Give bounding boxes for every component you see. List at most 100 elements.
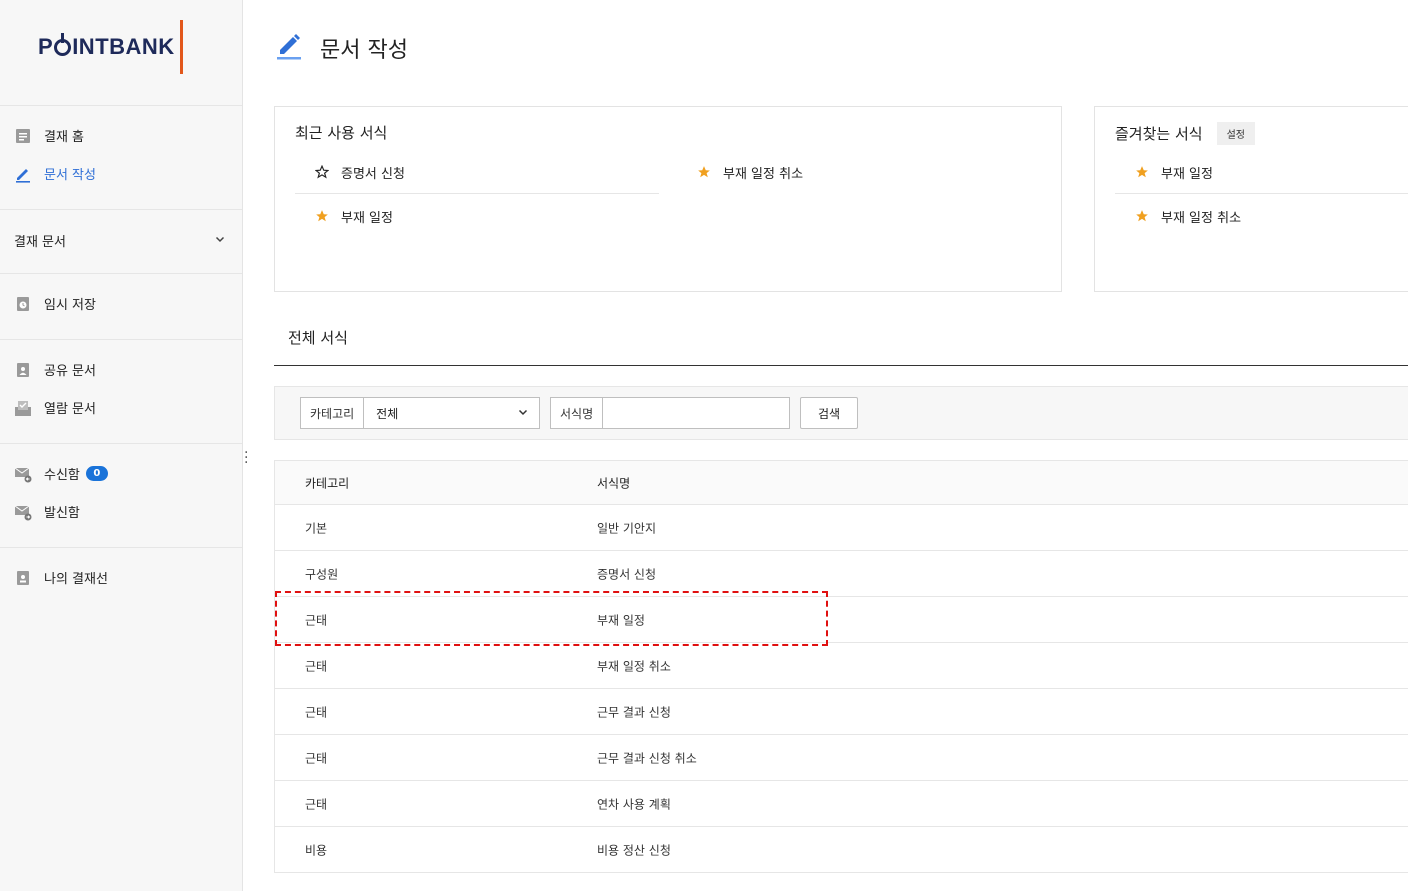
star-filled-icon[interactable] <box>697 165 713 181</box>
recent-form-item[interactable]: 부재 일정 취소 <box>697 163 803 182</box>
table-row[interactable]: 근태 근무 결과 신청 <box>275 689 1408 735</box>
recent-form-item[interactable]: 부재 일정 <box>315 207 393 226</box>
cell-form-name: 부재 일정 취소 <box>597 659 671 673</box>
cell-form-name: 비용 정산 신청 <box>597 843 671 858</box>
form-name-filter: 서식명 <box>550 397 790 429</box>
inbox-icon <box>14 465 32 483</box>
cell-form-name: 근무 결과 신청 취소 <box>597 751 697 765</box>
cell-category: 근태 <box>305 705 328 719</box>
table-row[interactable]: 근태 부재 일정 취소 <box>275 643 1408 689</box>
table-row[interactable]: 근태 연차 사용 계획 <box>275 781 1408 827</box>
page-title-text: 문서 작성 <box>320 38 408 63</box>
table-row[interactable]: 기본 일반 기안지 <box>275 505 1408 551</box>
category-select-value: 전체 <box>376 406 399 421</box>
category-filter: 카테고리 전체 <box>300 397 540 429</box>
page-title: 문서 작성 <box>276 30 408 66</box>
favorite-form-item[interactable]: 부재 일정 취소 <box>1135 207 1241 226</box>
logo-power-o-icon <box>54 33 72 56</box>
recent-forms-title-text: 최근 사용 서식 <box>295 124 388 142</box>
sidebar-group-label: 결재 문서 <box>14 235 66 250</box>
recent-form-label: 증명서 신청 <box>341 167 405 182</box>
all-forms-title: 전체 서식 <box>288 329 348 347</box>
recent-form-label: 부재 일정 <box>341 211 393 226</box>
search-button[interactable]: 검색 <box>800 397 858 429</box>
sidebar-resize-handle[interactable]: · · · <box>244 446 248 470</box>
sidebar-item-inbox[interactable]: 수신함 0 <box>14 464 108 483</box>
sidebar-group-approval-docs[interactable]: 결재 문서 <box>14 231 226 250</box>
sidebar-item-read-docs[interactable]: 열람 문서 <box>14 398 96 417</box>
sidebar-item-label: 임시 저장 <box>44 298 96 313</box>
cell-category: 기본 <box>305 521 328 535</box>
favorite-form-label: 부재 일정 <box>1161 167 1213 182</box>
sidebar-item-temp-save[interactable]: 임시 저장 <box>14 294 96 313</box>
star-filled-icon[interactable] <box>315 209 331 225</box>
favorite-forms-card: 즐겨찾는 서식 설정 부재 일정 부재 일정 취소 <box>1094 106 1408 292</box>
divider <box>0 339 242 340</box>
approval-line-icon <box>14 569 32 587</box>
cell-category: 구성원 <box>305 567 339 581</box>
favorites-settings-button[interactable]: 설정 <box>1216 122 1255 145</box>
cell-form-name: 연차 사용 계획 <box>597 797 671 811</box>
read-doc-icon <box>14 399 32 417</box>
cell-form-name: 근무 결과 신청 <box>597 705 671 719</box>
sidebar-item-label: 열람 문서 <box>44 402 96 417</box>
sidebar-item-write-document[interactable]: 문서 작성 <box>14 164 96 183</box>
logo-accent-bar <box>180 20 183 74</box>
divider <box>295 193 659 194</box>
sidebar-item-shared-docs[interactable]: 공유 문서 <box>14 360 96 379</box>
recent-form-label: 부재 일정 취소 <box>723 167 804 182</box>
divider <box>0 209 242 210</box>
table-row[interactable]: 구성원 증명서 신청 <box>275 551 1408 597</box>
cell-category: 근태 <box>305 797 328 811</box>
star-outline-icon[interactable] <box>315 164 331 181</box>
section-divider <box>274 365 1408 366</box>
divider <box>1115 193 1408 194</box>
star-filled-icon[interactable] <box>1135 165 1151 181</box>
column-header-category[interactable]: 카테고리 <box>305 474 349 491</box>
column-header-form-name[interactable]: 서식명 <box>597 474 630 491</box>
cell-form-name: 증명서 신청 <box>597 567 657 581</box>
inbox-count-badge: 0 <box>85 466 108 481</box>
star-filled-icon[interactable] <box>1135 209 1151 225</box>
sidebar-item-label: 나의 결재선 <box>44 572 108 587</box>
table-row[interactable]: 근태 부재 일정 <box>275 597 1408 643</box>
favorite-forms-title-text: 즐겨찾는 서식 <box>1115 125 1203 143</box>
sidebar-item-label: 결재 홈 <box>44 130 85 145</box>
chevron-down-icon <box>214 233 226 249</box>
favorite-forms-title: 즐겨찾는 서식 설정 <box>1115 122 1255 145</box>
pointbank-logo[interactable]: P INTBANK <box>38 18 175 76</box>
table-row[interactable]: 비용 비용 정산 신청 <box>275 827 1408 873</box>
clock-doc-icon <box>14 295 32 313</box>
sidebar-item-my-approval-line[interactable]: 나의 결재선 <box>14 568 108 587</box>
sidebar-item-outbox[interactable]: 발신함 <box>14 502 80 521</box>
outbox-icon <box>14 503 32 521</box>
divider <box>0 105 242 106</box>
logo-text-post: INTBANK <box>72 34 175 59</box>
cell-category: 근태 <box>305 751 328 765</box>
cell-form-name: 부재 일정 <box>597 613 645 627</box>
document-home-icon <box>14 127 32 145</box>
form-name-input[interactable] <box>603 398 789 428</box>
cell-form-name: 일반 기안지 <box>597 521 657 535</box>
pen-icon <box>14 165 32 183</box>
table-row[interactable]: 근태 근무 결과 신청 취소 <box>275 735 1408 781</box>
sidebar-item-label: 문서 작성 <box>44 168 96 183</box>
app-root: P INTBANK 결재 홈 문서 작성 결재 문서 임시 저장 공유 문서 열… <box>0 0 1408 891</box>
forms-table: 카테고리 서식명 기본 일반 기안지 구성원 증명서 신청 근태 부재 일정 근… <box>274 460 1408 873</box>
divider <box>0 273 242 274</box>
pen-icon <box>276 30 302 66</box>
divider <box>0 443 242 444</box>
sidebar-item-approval-home[interactable]: 결재 홈 <box>14 126 84 145</box>
shared-doc-icon <box>14 361 32 379</box>
cell-category: 비용 <box>305 843 328 858</box>
divider <box>0 547 242 548</box>
cell-category: 근태 <box>305 659 328 673</box>
cell-category: 근태 <box>305 613 328 627</box>
table-header: 카테고리 서식명 <box>275 461 1408 505</box>
sidebar-item-label: 공유 문서 <box>44 364 96 379</box>
category-filter-label: 카테고리 <box>301 398 365 428</box>
category-select[interactable]: 전체 <box>364 398 539 428</box>
recent-form-item[interactable]: 증명서 신청 <box>315 163 405 182</box>
recent-forms-title: 최근 사용 서식 <box>295 122 387 143</box>
favorite-form-item[interactable]: 부재 일정 <box>1135 163 1213 182</box>
